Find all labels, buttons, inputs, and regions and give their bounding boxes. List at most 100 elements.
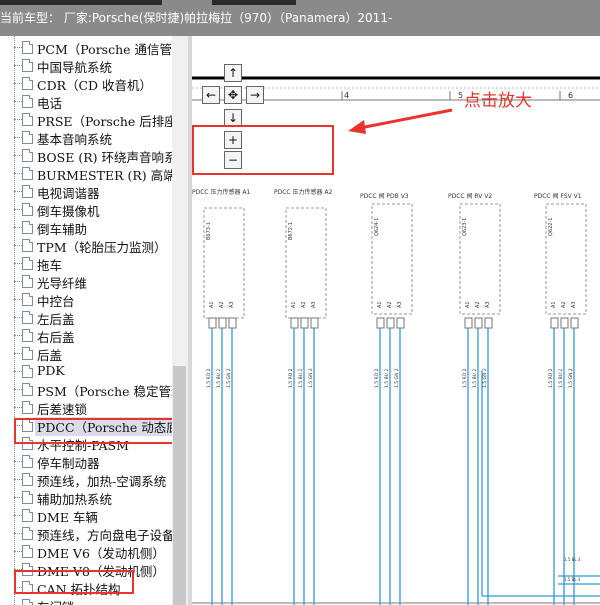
tree-connector — [14, 83, 22, 84]
connector-pin — [474, 317, 483, 329]
tree-connector — [14, 47, 22, 48]
document-icon — [22, 113, 33, 126]
document-icon — [22, 275, 33, 288]
connector-pin — [228, 317, 237, 329]
document-icon — [22, 95, 33, 108]
tree-connector — [14, 263, 22, 264]
tree-connector — [14, 227, 22, 228]
wire-label: 1.5 GN 2 — [226, 368, 232, 388]
wire-label: 1.5 GN 2 — [308, 368, 314, 388]
tree-connector — [14, 137, 22, 138]
component-label: PDCC 阀 FSV V1 — [534, 192, 582, 200]
connector-pin — [484, 317, 493, 329]
sidebar-item[interactable]: 电视调谐器 — [0, 182, 172, 201]
tree-connector — [14, 119, 22, 120]
sidebar-item[interactable]: 拖车 — [0, 254, 172, 273]
scrollbar-thumb[interactable] — [173, 366, 186, 605]
sidebar-item[interactable]: 后差速锁 — [0, 398, 172, 417]
sidebar-item-label: PDK — [37, 363, 65, 378]
document-icon — [22, 77, 33, 90]
sidebar-item[interactable]: TPM（轮胎压力监测） — [0, 236, 172, 255]
component-label: PDCC 压力传感器 A2 — [274, 188, 333, 196]
sidebar-item[interactable]: 右后盖 — [0, 326, 172, 345]
tree-connector — [14, 101, 22, 102]
diagram-canvas[interactable]: 4 5 6 PDCC 压力传感器 A1 B673-1 A1 1.5 RD 2 A2 1.5… — [192, 36, 600, 605]
tab-strip-dark — [212, 0, 296, 5]
pin-label: A1 — [377, 301, 383, 308]
arrow-shaft — [359, 108, 453, 130]
highlight-box-zoom — [192, 125, 334, 175]
document-icon — [22, 383, 33, 396]
pin-label: A1 — [291, 301, 297, 308]
pin-label: A2 — [475, 301, 481, 308]
document-icon — [22, 329, 33, 342]
tree-connector — [14, 245, 22, 246]
pin-label: A2 — [219, 301, 225, 308]
tree-connector — [14, 371, 22, 372]
wire-label: 1.5 BU 2 — [558, 369, 564, 388]
document-icon — [22, 599, 33, 605]
sidebar-item[interactable]: 倒车辅助 — [0, 218, 172, 237]
pan-up-button[interactable]: ↑ — [224, 64, 242, 82]
sidebar-item[interactable]: 停车制动器 — [0, 452, 172, 471]
center-view-button[interactable]: ✥ — [224, 86, 242, 104]
document-icon — [22, 491, 33, 504]
sidebar-item[interactable]: 倒车摄像机 — [0, 200, 172, 219]
sidebar-item[interactable]: PRSE（Porsche 后排座椅 — [0, 110, 172, 129]
sidebar-item[interactable]: 后盖 — [0, 344, 172, 363]
pan-left-button[interactable]: ← — [202, 86, 220, 104]
tree-connector — [14, 173, 22, 174]
sidebar-item[interactable]: PSM（Porsche 稳定管理 — [0, 380, 172, 399]
tree-connector — [14, 515, 22, 516]
connector-pin — [208, 317, 217, 329]
sidebar-item[interactable]: BOSE (R) 环绕声音响系统 — [0, 146, 172, 165]
arrow-head — [348, 120, 366, 134]
sidebar-item[interactable]: 光导纤维 — [0, 272, 172, 291]
pin-label: A3 — [311, 301, 317, 308]
sidebar-item[interactable]: DME 车辆 — [0, 506, 172, 525]
sidebar-item[interactable]: 预连线，加热-空调系统 — [0, 470, 172, 489]
tree-connector — [14, 551, 22, 552]
pin-label: A2 — [301, 301, 307, 308]
pin-label: A2 — [387, 301, 393, 308]
document-icon — [22, 545, 33, 558]
bus-wire-label: 1.5 BL 3 — [564, 577, 581, 582]
pin-label: A3 — [229, 301, 235, 308]
wire-label: 1.5 BU 2 — [472, 369, 478, 388]
tree-connector — [14, 461, 22, 462]
sidebar-scrollbar[interactable] — [172, 36, 188, 605]
sidebar-item[interactable]: 辅助加热系统 — [0, 488, 172, 507]
connector-pin — [396, 317, 405, 329]
sidebar-item[interactable]: DME V6（发动机侧） — [0, 542, 172, 561]
tree-connector — [14, 191, 22, 192]
ruler-background — [192, 36, 600, 58]
pan-right-button[interactable]: → — [246, 86, 264, 104]
document-icon — [22, 347, 33, 360]
tree-connector — [14, 533, 22, 534]
document-icon — [22, 473, 33, 486]
component-label: PDCC 压力传感器 A1 — [192, 188, 251, 196]
tab-strip-dark — [0, 0, 162, 5]
wire-label: 1.5 BU 2 — [216, 369, 222, 388]
sidebar-item[interactable]: 基本音响系统 — [0, 128, 172, 147]
wire-label: 1.5 BU 2 — [384, 369, 390, 388]
sidebar-item[interactable]: 中国导航系统 — [0, 56, 172, 75]
sidebar-tree[interactable]: PCM（Porsche 通信管理 中国导航系统 CDR（CD 收音机） 电话 PRSE（… — [0, 36, 172, 605]
sidebar-item[interactable]: 车门锁 — [0, 596, 172, 605]
document-icon — [22, 365, 33, 378]
sidebar-item[interactable]: CDR（CD 收音机） — [0, 74, 172, 93]
connector-pin — [376, 317, 385, 329]
pin-label: A2 — [561, 301, 567, 308]
sidebar-item[interactable]: 中控台 — [0, 290, 172, 309]
component-id: Q623-1 — [462, 218, 468, 236]
sidebar-item[interactable]: PDK — [0, 362, 172, 380]
sidebar-item[interactable]: PCM（Porsche 通信管理 — [0, 38, 172, 57]
sidebar-item[interactable]: BURMESTER (R) 高端环 — [0, 164, 172, 183]
sidebar-item[interactable]: 左后盖 — [0, 308, 172, 327]
document-icon — [22, 293, 33, 306]
sidebar-item[interactable]: 电话 — [0, 92, 172, 111]
component-id: B672-1 — [288, 222, 294, 240]
tree-connector — [14, 353, 22, 354]
sidebar-item[interactable]: 预连线，方向盘电子设备 — [0, 524, 172, 543]
wire-label: 1.5 GN 2 — [568, 368, 574, 388]
